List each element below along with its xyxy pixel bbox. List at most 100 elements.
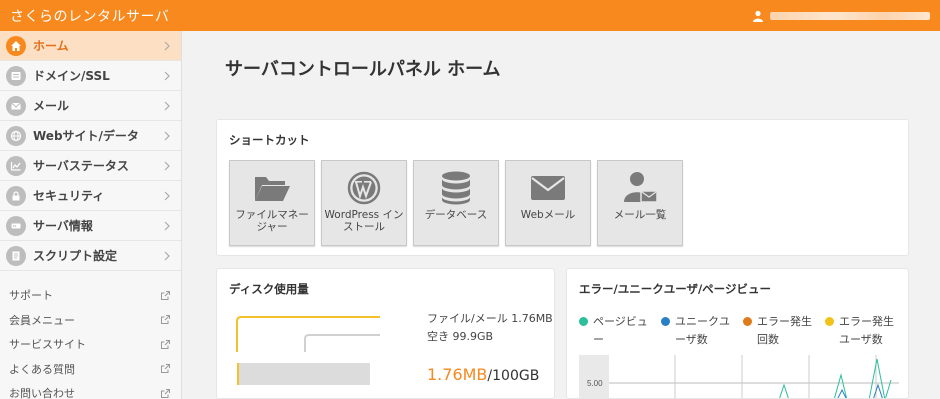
shortcut-title: ショートカット <box>229 133 310 147</box>
shortcut-webmail[interactable]: Webメール <box>505 160 591 246</box>
chevron-right-icon <box>164 71 170 80</box>
sidebar-link-label: サポート <box>9 289 53 303</box>
sidebar-link-label: お問い合わせ <box>9 387 75 399</box>
y-tick-label: 5.00 <box>587 379 603 388</box>
pageview-series-line <box>779 358 892 398</box>
shortcut-label: WordPress インストール <box>324 209 404 233</box>
script-icon <box>6 245 26 266</box>
sidebar-item-server-status[interactable]: サーバステータス <box>0 151 181 181</box>
legend-dot <box>825 317 834 326</box>
shortcut-mail-list[interactable]: メール一覧 <box>597 160 683 246</box>
main-content: サーバコントロールパネル ホーム ショートカット ファイルマネージャー Word… <box>182 31 940 399</box>
sidebar-item-label: サーバステータス <box>33 159 129 173</box>
chevron-right-icon <box>164 221 170 230</box>
shortcut-database[interactable]: データベース <box>413 160 499 246</box>
sidebar-link-contact[interactable]: お問い合わせ <box>0 381 181 399</box>
sidebar-item-home[interactable]: ホーム <box>0 31 181 61</box>
page-title: サーバコントロールパネル ホーム <box>225 59 501 80</box>
external-link-icon <box>161 364 170 374</box>
envelope-icon <box>528 171 568 205</box>
sidebar-link-label: よくある質問 <box>9 362 75 376</box>
chevron-right-icon <box>164 101 170 110</box>
user-mail-icon <box>620 171 660 205</box>
sidebar-link-support[interactable]: サポート <box>0 283 181 308</box>
external-link-icon <box>161 290 170 300</box>
sidebar-item-mail[interactable]: メール <box>0 91 181 121</box>
home-icon <box>6 35 26 56</box>
brand-title[interactable]: さくらのレンタルサーバ <box>10 6 169 26</box>
disk-usage-value: 1.76MB/100GB <box>427 365 539 384</box>
chevron-right-icon <box>164 131 170 140</box>
sidebar-divider <box>0 271 181 283</box>
chevron-right-icon <box>164 41 170 50</box>
sidebar-item-label: サーバ情報 <box>33 219 93 233</box>
external-link-icon <box>161 315 170 325</box>
shortcut-list: ファイルマネージャー WordPress インストール データベース Webメー… <box>229 160 683 246</box>
sidebar-link-faq[interactable]: よくある質問 <box>0 357 181 382</box>
disk-used: 1.76MB <box>427 365 488 384</box>
sidebar-item-server-info[interactable]: サーバ情報 <box>0 211 181 241</box>
error-stats-card: エラー/ユニークユーザ/ページビュー ページビュー ユニークユーザ数 エラー発生… <box>566 268 909 399</box>
mail-icon <box>6 95 26 116</box>
legend-item-pageview[interactable]: ページビュー <box>579 313 653 349</box>
sidebar-item-security[interactable]: セキュリティ <box>0 181 181 211</box>
legend-item-unique-users[interactable]: ユニークユーザ数 <box>661 313 735 349</box>
error-stats-title: エラー/ユニークユーザ/ページビュー <box>579 282 771 296</box>
user-icon <box>752 10 764 22</box>
sidebar-link-label: サービスサイト <box>9 338 86 352</box>
shortcut-label: ファイルマネージャー <box>235 209 309 233</box>
status-chart-icon <box>6 155 26 176</box>
disk-usage-bar <box>237 363 370 385</box>
disk-usage-bar-fill <box>237 363 239 385</box>
sidebar-link-label: 会員メニュー <box>9 313 75 327</box>
user-menu[interactable]: ●●●●●●●●●●●● <box>752 10 930 22</box>
sidebar-link-service-site[interactable]: サービスサイト <box>0 332 181 357</box>
wordpress-icon <box>344 171 384 205</box>
legend-item-error-users[interactable]: エラー発生ユーザ数 <box>825 313 899 349</box>
chevron-right-icon <box>164 161 170 170</box>
shortcut-label: Webメール <box>520 209 576 221</box>
sidebar-item-label: ドメイン/SSL <box>33 69 110 83</box>
legend-label: エラー発生ユーザ数 <box>839 315 894 346</box>
shortcut-file-manager[interactable]: ファイルマネージャー <box>229 160 315 246</box>
lock-icon <box>6 185 26 206</box>
shortcut-card: ショートカット ファイルマネージャー WordPress インストール データベ… <box>216 119 909 256</box>
top-bar: さくらのレンタルサーバ ●●●●●●●●●●●● <box>0 0 940 31</box>
external-link-icon <box>161 339 170 349</box>
sidebar-item-label: セキュリティ <box>33 189 105 203</box>
database-icon <box>436 171 476 205</box>
legend-dot <box>579 317 588 326</box>
disk-free-space: 空き 99.9GB <box>427 330 494 343</box>
disk-usage-card: ディスク使用量 ファイル/メール 1.76MB 空き 99.9GB 1.76MB… <box>216 268 555 399</box>
chevron-right-icon <box>164 191 170 200</box>
chart-shaded-region <box>579 355 609 398</box>
server-info-icon <box>6 215 26 236</box>
legend-label: ページビュー <box>593 315 648 346</box>
folder-icon <box>252 171 292 205</box>
sidebar-item-label: ホーム <box>33 39 69 53</box>
shortcut-wordpress-install[interactable]: WordPress インストール <box>321 160 407 246</box>
sidebar-item-website[interactable]: Webサイト/データ <box>0 121 181 151</box>
shortcut-label: メール一覧 <box>613 209 667 221</box>
legend-dot <box>743 317 752 326</box>
legend-item-error-count[interactable]: エラー発生回数 <box>743 313 817 349</box>
sidebar: ホーム ドメイン/SSL メール Webサイト/データ サーバステータス セキュ <box>0 31 182 399</box>
sidebar-item-label: Webサイト/データ <box>33 129 139 143</box>
sidebar-link-member-menu[interactable]: 会員メニュー <box>0 308 181 333</box>
disk-total: /100GB <box>487 368 540 384</box>
domain-icon <box>6 65 26 86</box>
legend-label: ユニークユーザ数 <box>675 315 730 346</box>
sidebar-item-script-settings[interactable]: スクリプト設定 <box>0 241 181 271</box>
disk-file-mail-usage: ファイル/メール 1.76MB <box>427 312 553 325</box>
sidebar-item-label: メール <box>33 99 70 113</box>
user-name: ●●●●●●●●●●●● <box>770 11 930 20</box>
sidebar-item-domain[interactable]: ドメイン/SSL <box>0 61 181 91</box>
legend-dot <box>661 317 670 326</box>
error-stats-chart: 5.00 <box>579 355 899 398</box>
chart-legend: ページビュー ユニークユーザ数 エラー発生回数 エラー発生ユーザ数 <box>579 313 899 349</box>
chevron-right-icon <box>164 251 170 260</box>
legend-label: エラー発生回数 <box>757 315 812 346</box>
sidebar-item-label: スクリプト設定 <box>33 249 118 263</box>
shortcut-label: データベース <box>424 209 488 221</box>
globe-icon <box>6 125 26 146</box>
